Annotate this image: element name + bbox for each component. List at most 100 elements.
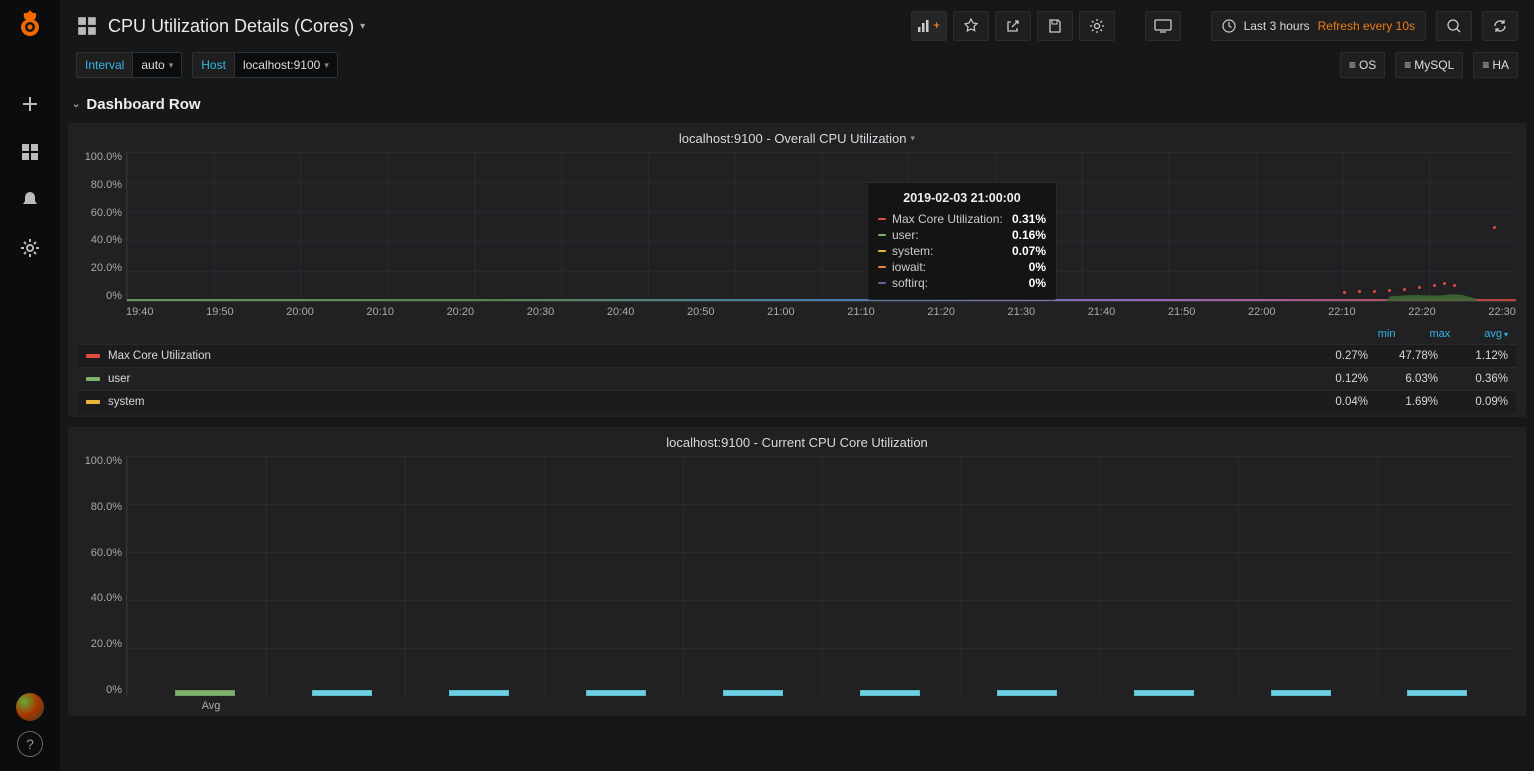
top-nav: CPU Utilization Details (Cores) ▾ + — [60, 0, 1534, 52]
col-avg[interactable]: avg▾ — [1484, 328, 1508, 340]
legend-row[interactable]: system0.04%1.69%0.09% — [78, 390, 1516, 413]
x-tick: 20:40 — [607, 306, 635, 318]
y-tick: 20.0% — [78, 639, 126, 650]
x-tick: Avg — [126, 700, 256, 712]
x-tick: 19:50 — [206, 306, 234, 318]
chevron-down-icon: ▾ — [169, 60, 174, 71]
x-tick: 22:20 — [1408, 306, 1436, 318]
sidebar: ? — [0, 0, 60, 771]
nav-alerting-icon[interactable] — [10, 180, 50, 220]
y-tick: 0% — [78, 685, 126, 696]
nav-dashboards-icon[interactable] — [10, 132, 50, 172]
bar — [586, 690, 646, 696]
x-tick: 21:20 — [927, 306, 955, 318]
link-mysql[interactable]: ≡MySQL — [1395, 52, 1463, 78]
col-max[interactable]: max — [1429, 328, 1450, 340]
row-title: Dashboard Row — [86, 96, 200, 113]
bar — [860, 690, 920, 696]
x-axis: Avg — [126, 696, 1516, 712]
x-tick: 19:40 — [126, 306, 154, 318]
nav-create-icon[interactable] — [10, 84, 50, 124]
dashboard-body: ⌄ Dashboard Row localhost:9100 - Overall… — [60, 86, 1534, 771]
x-tick: 22:30 — [1488, 306, 1516, 318]
x-tick: 20:30 — [527, 306, 555, 318]
bar — [1271, 690, 1331, 696]
x-tick: 21:40 — [1088, 306, 1116, 318]
legend-row[interactable]: user0.12%6.03%0.36% — [78, 367, 1516, 390]
var-host-label: Host — [193, 53, 235, 77]
chart-plot[interactable]: 2019-02-03 21:00:00 Max Core Utilization… — [126, 152, 1516, 302]
link-os[interactable]: ≡OS — [1340, 52, 1385, 78]
legend-row[interactable]: Max Core Utilization0.27%47.78%1.12% — [78, 344, 1516, 367]
tooltip-row: user:0.16% — [878, 227, 1046, 243]
y-tick: 100.0% — [78, 456, 126, 467]
legend-header: min max avg▾ — [78, 324, 1516, 344]
panel-title[interactable]: localhost:9100 - Overall CPU Utilization… — [78, 131, 1516, 152]
time-range-text: Last 3 hours — [1244, 19, 1310, 33]
link-ha[interactable]: ≡HA — [1473, 52, 1518, 78]
nav-configuration-icon[interactable] — [10, 228, 50, 268]
share-button[interactable] — [995, 11, 1031, 41]
y-tick: 100.0% — [78, 152, 126, 163]
tooltip-row: system:0.07% — [878, 243, 1046, 259]
tooltip-row: iowait:0% — [878, 259, 1046, 275]
x-tick: 20:00 — [286, 306, 314, 318]
x-tick: 21:10 — [847, 306, 875, 318]
dashboard-title[interactable]: CPU Utilization Details (Cores) ▾ — [108, 16, 365, 37]
settings-button[interactable] — [1079, 11, 1115, 41]
bar — [1134, 690, 1194, 696]
bar — [312, 690, 372, 696]
y-tick: 60.0% — [78, 208, 126, 219]
chevron-down-icon: ▾ — [360, 21, 365, 32]
tooltip-time: 2019-02-03 21:00:00 — [878, 191, 1046, 205]
chevron-down-icon: ▾ — [911, 133, 916, 144]
y-tick: 80.0% — [78, 180, 126, 191]
var-host[interactable]: Host localhost:9100 ▾ — [192, 52, 338, 78]
var-host-value[interactable]: localhost:9100 ▾ — [235, 53, 337, 77]
y-tick: 20.0% — [78, 263, 126, 274]
col-min[interactable]: min — [1378, 328, 1396, 340]
tooltip-row: Max Core Utilization:0.31% — [878, 211, 1046, 227]
x-tick: 21:50 — [1168, 306, 1196, 318]
bar — [1407, 690, 1467, 696]
dashboard-icon[interactable] — [76, 15, 98, 37]
x-axis: 19:4019:5020:0020:1020:2020:3020:4020:50… — [126, 302, 1516, 318]
panel-title[interactable]: localhost:9100 - Current CPU Core Utiliz… — [78, 435, 1516, 456]
chart-plot[interactable] — [126, 456, 1516, 696]
legend-table: min max avg▾ Max Core Utilization0.27%47… — [78, 324, 1516, 413]
star-button[interactable] — [953, 11, 989, 41]
y-tick: 60.0% — [78, 548, 126, 559]
user-avatar[interactable] — [16, 693, 44, 721]
var-interval-value[interactable]: auto ▾ — [133, 53, 181, 77]
y-tick: 40.0% — [78, 593, 126, 604]
save-button[interactable] — [1037, 11, 1073, 41]
panel-overall-cpu: localhost:9100 - Overall CPU Utilization… — [68, 123, 1526, 417]
grafana-logo[interactable] — [14, 8, 46, 40]
var-interval[interactable]: Interval auto ▾ — [76, 52, 182, 78]
zoom-out-button[interactable] — [1436, 11, 1472, 41]
cycle-view-button[interactable] — [1145, 11, 1181, 41]
x-tick: 20:20 — [447, 306, 475, 318]
var-interval-label: Interval — [77, 53, 133, 77]
dashboard-title-text: CPU Utilization Details (Cores) — [108, 16, 354, 37]
x-tick: 22:10 — [1328, 306, 1356, 318]
chevron-down-icon: ▾ — [324, 60, 329, 71]
row-header[interactable]: ⌄ Dashboard Row — [68, 86, 1526, 123]
chart-tooltip: 2019-02-03 21:00:00 Max Core Utilization… — [867, 182, 1057, 300]
bar — [997, 690, 1057, 696]
y-tick: 80.0% — [78, 502, 126, 513]
add-panel-button[interactable]: + — [911, 11, 947, 41]
panel-core-cpu: localhost:9100 - Current CPU Core Utiliz… — [68, 427, 1526, 716]
variable-bar: Interval auto ▾ Host localhost:9100 ▾ ≡O… — [60, 52, 1534, 86]
time-range-picker[interactable]: Last 3 hours Refresh every 10s — [1211, 11, 1426, 41]
refresh-interval-text: Refresh every 10s — [1318, 19, 1415, 33]
y-axis: 100.0% 80.0% 60.0% 40.0% 20.0% 0% — [78, 456, 126, 696]
x-tick: 21:30 — [1008, 306, 1036, 318]
clock-icon — [1222, 19, 1236, 33]
x-tick: 20:10 — [366, 306, 394, 318]
bar — [723, 690, 783, 696]
main-area: CPU Utilization Details (Cores) ▾ + — [60, 0, 1534, 771]
refresh-button[interactable] — [1482, 11, 1518, 41]
help-icon[interactable]: ? — [17, 731, 43, 757]
bar — [175, 690, 235, 696]
